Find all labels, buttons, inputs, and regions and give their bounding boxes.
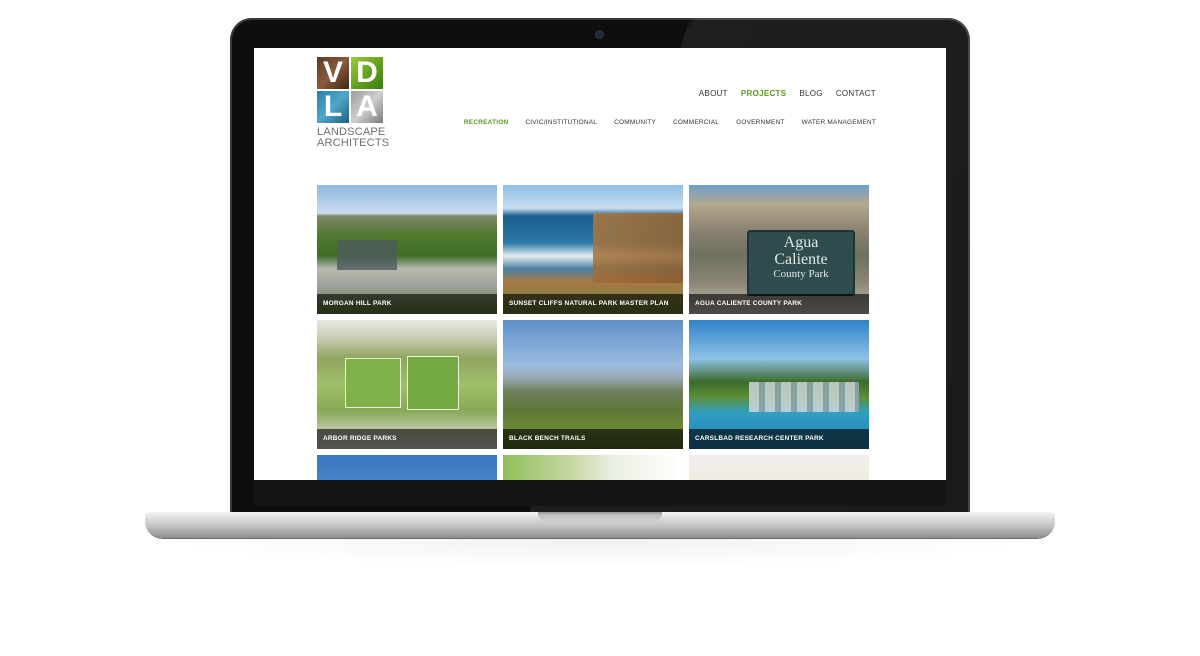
- nav-blog[interactable]: BLOG: [799, 89, 822, 98]
- category-government[interactable]: GOVERNMENT: [736, 119, 785, 126]
- project-image: [317, 455, 497, 480]
- logo-tile-l: L: [317, 91, 349, 123]
- project-caption: SUNSET CLIFFS NATURAL PARK MASTER PLAN: [503, 294, 683, 314]
- project-caption: CARSLBAD RESEARCH CENTER PARK: [689, 429, 869, 449]
- category-recreation[interactable]: RECREATION: [464, 119, 509, 126]
- logo-tile-v: V: [317, 57, 349, 89]
- project-image: [689, 455, 869, 480]
- project-tile-carlsbad[interactable]: CARSLBAD RESEARCH CENTER PARK: [689, 320, 869, 449]
- category-nav: RECREATION CIVIC/INSTITUTIONAL COMMUNITY…: [447, 119, 876, 126]
- nav-contact[interactable]: CONTACT: [836, 89, 876, 98]
- logo-mark: V D L A: [317, 57, 387, 123]
- project-caption: AGUA CALIENTE COUNTY PARK: [689, 294, 869, 314]
- project-caption: BLACK BENCH TRAILS: [503, 429, 683, 449]
- project-tile-arbor-ridge[interactable]: ARBOR RIDGE PARKS: [317, 320, 497, 449]
- park-sign-line-2: Caliente: [774, 251, 828, 268]
- logo-tile-d: D: [351, 57, 383, 89]
- laptop-notch: [538, 512, 662, 522]
- nav-projects[interactable]: PROJECTS: [741, 89, 787, 98]
- logo-line-2: ARCHITECTS: [317, 137, 390, 149]
- webcam-icon: [596, 31, 603, 38]
- category-commercial[interactable]: COMMERCIAL: [673, 119, 719, 126]
- bezel-bottom: [254, 480, 946, 506]
- laptop-screen: V D L A LANDSCAPE ARCHITECTS ABOUT PROJE…: [254, 48, 946, 480]
- park-sign: Agua Caliente County Park: [747, 230, 855, 296]
- nav-about[interactable]: ABOUT: [699, 89, 728, 98]
- project-tile-partial-3[interactable]: [689, 455, 869, 480]
- vdla-logo[interactable]: V D L A LANDSCAPE ARCHITECTS: [317, 57, 390, 149]
- main-nav: ABOUT PROJECTS BLOG CONTACT: [686, 89, 876, 98]
- project-caption: MORGAN HILL PARK: [317, 294, 497, 314]
- project-grid: MORGAN HILL PARK SUNSET CLIFFS NATURAL P…: [317, 185, 870, 480]
- logo-wordmark: LANDSCAPE ARCHITECTS: [317, 127, 390, 149]
- category-community[interactable]: COMMUNITY: [614, 119, 656, 126]
- project-image: [503, 455, 683, 480]
- project-tile-sunset-cliffs[interactable]: SUNSET CLIFFS NATURAL PARK MASTER PLAN: [503, 185, 683, 314]
- park-sign-line-3: County Park: [773, 268, 829, 280]
- project-tile-morgan-hill-park[interactable]: MORGAN HILL PARK: [317, 185, 497, 314]
- project-caption: ARBOR RIDGE PARKS: [317, 429, 497, 449]
- laptop-shadow: [160, 538, 1040, 568]
- logo-tile-a: A: [351, 91, 383, 123]
- project-tile-agua-caliente[interactable]: Agua Caliente County Park AGUA CALIENTE …: [689, 185, 869, 314]
- category-civic-institutional[interactable]: CIVIC/INSTITUTIONAL: [525, 119, 597, 126]
- project-tile-black-bench[interactable]: BLACK BENCH TRAILS: [503, 320, 683, 449]
- park-sign-line-1: Agua: [783, 234, 819, 251]
- project-tile-partial-2[interactable]: [503, 455, 683, 480]
- project-tile-partial-1[interactable]: [317, 455, 497, 480]
- category-water-management[interactable]: WATER MANAGEMENT: [802, 119, 876, 126]
